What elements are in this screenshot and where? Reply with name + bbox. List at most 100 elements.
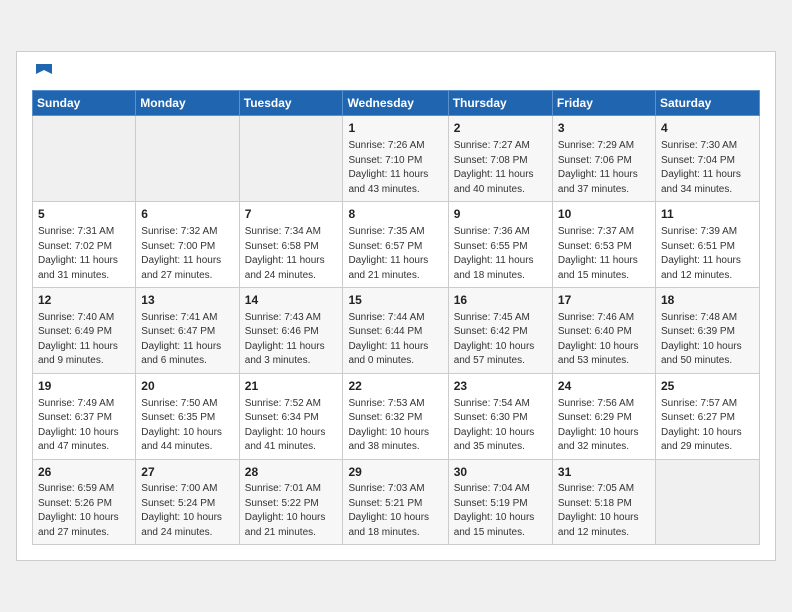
- day-number: 3: [558, 120, 650, 137]
- logo-flag-icon: [34, 62, 54, 82]
- day-number: 14: [245, 292, 338, 309]
- day-info: Sunrise: 7:26 AM Sunset: 7:10 PM Dayligh…: [348, 139, 442, 197]
- day-info: Sunrise: 7:04 AM Sunset: 5:19 PM Dayligh…: [454, 482, 547, 540]
- day-info: Sunrise: 7:50 AM Sunset: 6:35 PM Dayligh…: [141, 397, 233, 455]
- day-cell: 26Sunrise: 6:59 AM Sunset: 5:26 PM Dayli…: [33, 459, 136, 545]
- day-info: Sunrise: 7:53 AM Sunset: 6:32 PM Dayligh…: [348, 397, 442, 455]
- logo: [32, 62, 54, 83]
- day-cell: 5 Sunrise: 7:31 AM Sunset: 7:02 PM Daylig…: [33, 202, 136, 288]
- weekday-header-row: SundayMondayTuesdayWednesdayThursdayFrid…: [33, 91, 760, 116]
- day-cell: 28Sunrise: 7:01 AM Sunset: 5:22 PM Dayli…: [239, 459, 343, 545]
- day-info: Sunrise: 7:52 AM Sunset: 6:34 PM Dayligh…: [245, 397, 338, 455]
- day-number: 26: [38, 464, 130, 481]
- day-info: Sunrise: 7:05 AM Sunset: 5:18 PM Dayligh…: [558, 482, 650, 540]
- weekday-saturday: Saturday: [655, 91, 759, 116]
- day-cell: 9 Sunrise: 7:36 AM Sunset: 6:55 PM Daylig…: [448, 202, 552, 288]
- day-number: 6: [141, 206, 233, 223]
- week-row-3: 19Sunrise: 7:49 AM Sunset: 6:37 PM Dayli…: [33, 373, 760, 459]
- day-info: Sunrise: 6:59 AM Sunset: 5:26 PM Dayligh…: [38, 482, 130, 540]
- day-cell: 12 Sunrise: 7:40 AM Sunset: 6:49 PM Dayli…: [33, 288, 136, 374]
- day-number: 31: [558, 464, 650, 481]
- day-info: Sunrise: 7:37 AM Sunset: 6:53 PM Dayligh…: [558, 225, 650, 283]
- day-number: 15: [348, 292, 442, 309]
- day-cell: [136, 116, 239, 202]
- day-cell: 25 Sunrise: 7:57 AM Sunset: 6:27 PM Dayli…: [655, 373, 759, 459]
- day-number: 12: [38, 292, 130, 309]
- day-cell: 10 Sunrise: 7:37 AM Sunset: 6:53 PM Dayli…: [552, 202, 655, 288]
- day-cell: 27Sunrise: 7:00 AM Sunset: 5:24 PM Dayli…: [136, 459, 239, 545]
- day-info: Sunrise: 7:57 AM Sunset: 6:27 PM Dayligh…: [661, 397, 754, 455]
- day-cell: 3 Sunrise: 7:29 AM Sunset: 7:06 PM Daylig…: [552, 116, 655, 202]
- day-info: Sunrise: 7:49 AM Sunset: 6:37 PM Dayligh…: [38, 397, 130, 455]
- day-number: 23: [454, 378, 547, 395]
- day-info: Sunrise: 7:46 AM Sunset: 6:40 PM Dayligh…: [558, 311, 650, 369]
- day-cell: 1 Sunrise: 7:26 AM Sunset: 7:10 PM Daylig…: [343, 116, 448, 202]
- day-number: 9: [454, 206, 547, 223]
- day-cell: 18Sunrise: 7:48 AM Sunset: 6:39 PM Dayli…: [655, 288, 759, 374]
- day-cell: 30Sunrise: 7:04 AM Sunset: 5:19 PM Dayli…: [448, 459, 552, 545]
- day-cell: 6 Sunrise: 7:32 AM Sunset: 7:00 PM Daylig…: [136, 202, 239, 288]
- weekday-wednesday: Wednesday: [343, 91, 448, 116]
- day-info: Sunrise: 7:31 AM Sunset: 7:02 PM Dayligh…: [38, 225, 130, 283]
- day-cell: 23Sunrise: 7:54 AM Sunset: 6:30 PM Dayli…: [448, 373, 552, 459]
- day-cell: 17 Sunrise: 7:46 AM Sunset: 6:40 PM Dayli…: [552, 288, 655, 374]
- day-info: Sunrise: 7:27 AM Sunset: 7:08 PM Dayligh…: [454, 139, 547, 197]
- weekday-thursday: Thursday: [448, 91, 552, 116]
- day-cell: 11 Sunrise: 7:39 AM Sunset: 6:51 PM Dayli…: [655, 202, 759, 288]
- day-info: Sunrise: 7:30 AM Sunset: 7:04 PM Dayligh…: [661, 139, 754, 197]
- day-cell: 14 Sunrise: 7:43 AM Sunset: 6:46 PM Dayli…: [239, 288, 343, 374]
- weekday-tuesday: Tuesday: [239, 91, 343, 116]
- day-number: 20: [141, 378, 233, 395]
- day-number: 22: [348, 378, 442, 395]
- day-cell: 20 Sunrise: 7:50 AM Sunset: 6:35 PM Dayli…: [136, 373, 239, 459]
- week-row-2: 12 Sunrise: 7:40 AM Sunset: 6:49 PM Dayli…: [33, 288, 760, 374]
- day-info: Sunrise: 7:29 AM Sunset: 7:06 PM Dayligh…: [558, 139, 650, 197]
- day-number: 8: [348, 206, 442, 223]
- calendar-body: 1 Sunrise: 7:26 AM Sunset: 7:10 PM Daylig…: [33, 116, 760, 545]
- week-row-0: 1 Sunrise: 7:26 AM Sunset: 7:10 PM Daylig…: [33, 116, 760, 202]
- day-number: 13: [141, 292, 233, 309]
- day-info: Sunrise: 7:44 AM Sunset: 6:44 PM Dayligh…: [348, 311, 442, 369]
- day-info: Sunrise: 7:01 AM Sunset: 5:22 PM Dayligh…: [245, 482, 338, 540]
- day-info: Sunrise: 7:34 AM Sunset: 6:58 PM Dayligh…: [245, 225, 338, 283]
- day-info: Sunrise: 7:35 AM Sunset: 6:57 PM Dayligh…: [348, 225, 442, 283]
- day-number: 10: [558, 206, 650, 223]
- day-cell: [239, 116, 343, 202]
- day-number: 2: [454, 120, 547, 137]
- day-cell: 29Sunrise: 7:03 AM Sunset: 5:21 PM Dayli…: [343, 459, 448, 545]
- day-number: 24: [558, 378, 650, 395]
- week-row-4: 26Sunrise: 6:59 AM Sunset: 5:26 PM Dayli…: [33, 459, 760, 545]
- day-number: 11: [661, 206, 754, 223]
- weekday-monday: Monday: [136, 91, 239, 116]
- day-number: 25: [661, 378, 754, 395]
- day-number: 29: [348, 464, 442, 481]
- weekday-friday: Friday: [552, 91, 655, 116]
- day-info: Sunrise: 7:39 AM Sunset: 6:51 PM Dayligh…: [661, 225, 754, 283]
- day-number: 21: [245, 378, 338, 395]
- day-info: Sunrise: 7:03 AM Sunset: 5:21 PM Dayligh…: [348, 482, 442, 540]
- day-info: Sunrise: 7:36 AM Sunset: 6:55 PM Dayligh…: [454, 225, 547, 283]
- day-info: Sunrise: 7:32 AM Sunset: 7:00 PM Dayligh…: [141, 225, 233, 283]
- day-cell: [33, 116, 136, 202]
- day-number: 28: [245, 464, 338, 481]
- day-cell: 7Sunrise: 7:34 AM Sunset: 6:58 PM Daylig…: [239, 202, 343, 288]
- day-number: 5: [38, 206, 130, 223]
- day-cell: 19Sunrise: 7:49 AM Sunset: 6:37 PM Dayli…: [33, 373, 136, 459]
- day-info: Sunrise: 7:43 AM Sunset: 6:46 PM Dayligh…: [245, 311, 338, 369]
- day-cell: 24 Sunrise: 7:56 AM Sunset: 6:29 PM Dayli…: [552, 373, 655, 459]
- day-cell: 21 Sunrise: 7:52 AM Sunset: 6:34 PM Dayli…: [239, 373, 343, 459]
- day-info: Sunrise: 7:45 AM Sunset: 6:42 PM Dayligh…: [454, 311, 547, 369]
- calendar-table: SundayMondayTuesdayWednesdayThursdayFrid…: [32, 90, 760, 545]
- calendar: SundayMondayTuesdayWednesdayThursdayFrid…: [16, 51, 776, 562]
- day-info: Sunrise: 7:56 AM Sunset: 6:29 PM Dayligh…: [558, 397, 650, 455]
- day-number: 17: [558, 292, 650, 309]
- day-cell: 16Sunrise: 7:45 AM Sunset: 6:42 PM Dayli…: [448, 288, 552, 374]
- day-number: 1: [348, 120, 442, 137]
- day-number: 4: [661, 120, 754, 137]
- calendar-header: [32, 62, 760, 83]
- calendar-thead: SundayMondayTuesdayWednesdayThursdayFrid…: [33, 91, 760, 116]
- day-info: Sunrise: 7:40 AM Sunset: 6:49 PM Dayligh…: [38, 311, 130, 369]
- day-cell: 22 Sunrise: 7:53 AM Sunset: 6:32 PM Dayli…: [343, 373, 448, 459]
- weekday-sunday: Sunday: [33, 91, 136, 116]
- day-cell: 2 Sunrise: 7:27 AM Sunset: 7:08 PM Daylig…: [448, 116, 552, 202]
